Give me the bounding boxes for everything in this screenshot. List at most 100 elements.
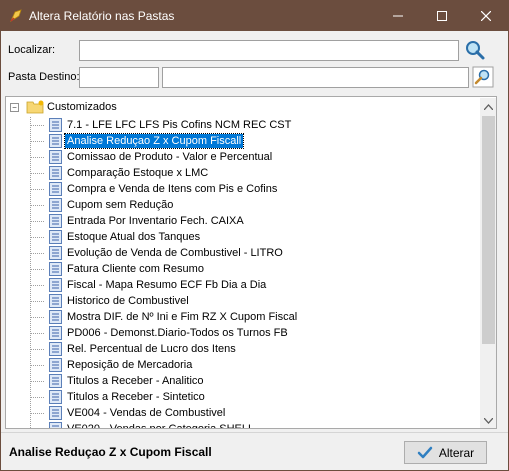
footer-divider [1,432,508,433]
close-icon[interactable] [464,1,508,31]
report-document-icon [49,230,62,244]
tree-item[interactable]: Entrada Por Inventario Fech. CAIXA [30,213,430,229]
tree-item-label: Reposição de Mercadoria [67,359,193,371]
tree-connector [30,269,44,270]
report-document-icon [49,134,62,148]
tree-item[interactable]: PD006 - Demonst.Diario-Todos os Turnos F… [30,325,430,341]
tree-item[interactable]: Compra e Venda de Itens com Pis e Cofins [30,181,430,197]
tree-connector [30,157,44,158]
report-document-icon [49,294,62,308]
report-document-icon [49,278,62,292]
tree-item-label: PD006 - Demonst.Diario-Todos os Turnos F… [67,327,288,339]
tree-item[interactable]: Comparação Estoque x LMC [30,165,430,181]
vertical-scrollbar[interactable] [480,98,496,428]
tree-connector [30,221,44,222]
tree-item[interactable]: 7.1 - LFE LFC LFS Pis Cofins NCM REC CST [30,117,430,133]
report-document-icon [49,406,62,420]
tree-item[interactable]: Fatura Cliente com Resumo [30,261,430,277]
tree-connector [30,237,44,238]
tree-connector [30,189,44,190]
folder-icon [26,100,44,114]
report-document-icon [49,358,62,372]
tree-item-label: Titulos a Receber - Analitico [67,375,204,387]
tree-item-label: Titulos a Receber - Sintetico [67,391,205,403]
tree-item-label: Mostra DIF. de Nº Ini e Fim RZ X Cupom F… [67,311,298,323]
tree-item[interactable]: Rel. Percentual de Lucro dos Itens [30,341,430,357]
tree-item-label: Cupom sem Redução [67,199,174,211]
localizar-label: Localizar: [8,44,56,56]
search-icon[interactable] [464,39,486,61]
tree-root-label: Customizados [47,101,117,113]
collapse-icon[interactable]: − [10,103,19,112]
window-title: Altera Relatório nas Pastas [29,9,175,23]
alterar-button[interactable]: Alterar [404,441,487,464]
folder-tree[interactable]: − Customizados 7.1 - LFE LFC LFS Pis Cof… [5,96,497,429]
tree-item[interactable]: Evolução de Venda de Combustivel - LITRO [30,245,430,261]
report-document-icon [49,198,62,212]
tree-item-label: Entrada Por Inventario Fech. CAIXA [67,215,244,227]
tree-connector [30,317,44,318]
tree-item[interactable]: Estoque Atual dos Tanques [30,229,430,245]
tree-item-label: Historico de Combustivel [67,295,189,307]
tree-item[interactable]: VE004 - Vendas de Combustivel [30,405,430,421]
app-icon [10,9,22,23]
minimize-icon[interactable] [376,1,420,31]
folder-search-icon[interactable] [472,66,494,88]
report-document-icon [49,150,62,164]
tree-item-label: Analise Reduçao Z x Cupom Fiscall [63,133,245,149]
localizar-input[interactable] [79,40,459,61]
pasta-destino-label: Pasta Destino: [8,71,80,83]
tree-connector [30,397,44,398]
tree-item-label: Compra e Venda de Itens com Pis e Cofins [67,183,278,195]
pasta-destino-code-input[interactable] [79,67,159,88]
scroll-down-icon[interactable] [480,412,496,428]
tree-item[interactable]: Titulos a Receber - Sintetico [30,389,430,405]
tree-item-label: Fatura Cliente com Resumo [67,263,204,275]
tree-item[interactable]: Titulos a Receber - Analitico [30,373,430,389]
tree-item-label: Estoque Atual dos Tanques [67,231,201,243]
tree-connector [30,285,44,286]
tree-item[interactable]: Cupom sem Redução [30,197,430,213]
scroll-thumb[interactable] [482,116,495,344]
pasta-destino-name-input[interactable] [162,67,469,88]
title-bar[interactable]: Altera Relatório nas Pastas [1,1,508,31]
tree-item-label: 7.1 - LFE LFC LFS Pis Cofins NCM REC CST [67,119,292,131]
tree-item[interactable]: Fiscal - Mapa Resumo ECF Fb Dia a Dia [30,277,430,293]
tree-item-label: Comparação Estoque x LMC [67,167,209,179]
report-document-icon [49,246,62,260]
tree-connector [30,381,44,382]
report-document-icon [49,326,62,340]
tree-connector [30,365,44,366]
tree-connector [30,125,44,126]
tree-connector [30,205,44,206]
report-document-icon [49,214,62,228]
tree-item[interactable]: Comissao de Produto - Valor e Percentual [30,149,430,165]
tree-item[interactable]: VE020 - Vendas por Categoria SHELL [30,421,430,428]
report-document-icon [49,342,62,356]
maximize-icon[interactable] [420,1,464,31]
tree-connector [30,301,44,302]
report-document-icon [49,374,62,388]
report-document-icon [49,262,62,276]
report-document-icon [49,310,62,324]
tree-connector [30,349,44,350]
checkmark-icon [417,446,433,458]
tree-item[interactable]: Analise Reduçao Z x Cupom Fiscall [30,133,430,149]
tree-item[interactable]: Reposição de Mercadoria [30,357,430,373]
tree-item-label: Evolução de Venda de Combustivel - LITRO [67,247,283,259]
tree-item-label: Rel. Percentual de Lucro dos Itens [67,343,236,355]
tree-item[interactable]: Mostra DIF. de Nº Ini e Fim RZ X Cupom F… [30,309,430,325]
report-document-icon [49,182,62,196]
report-document-icon [49,390,62,404]
tree-item-label: Fiscal - Mapa Resumo ECF Fb Dia a Dia [67,279,267,291]
tree-connector [30,333,44,334]
report-document-icon [49,422,62,428]
selected-report-title: Analise Reduçao Z x Cupom Fiscall [9,445,212,459]
report-document-icon [49,166,62,180]
scroll-up-icon[interactable] [480,98,496,115]
report-document-icon [49,118,62,132]
tree-item[interactable]: Historico de Combustivel [30,293,430,309]
tree-connector [30,413,44,414]
tree-item-label: Comissao de Produto - Valor e Percentual [67,151,273,163]
dialog-window: Altera Relatório nas Pastas Localizar: P… [0,0,509,471]
